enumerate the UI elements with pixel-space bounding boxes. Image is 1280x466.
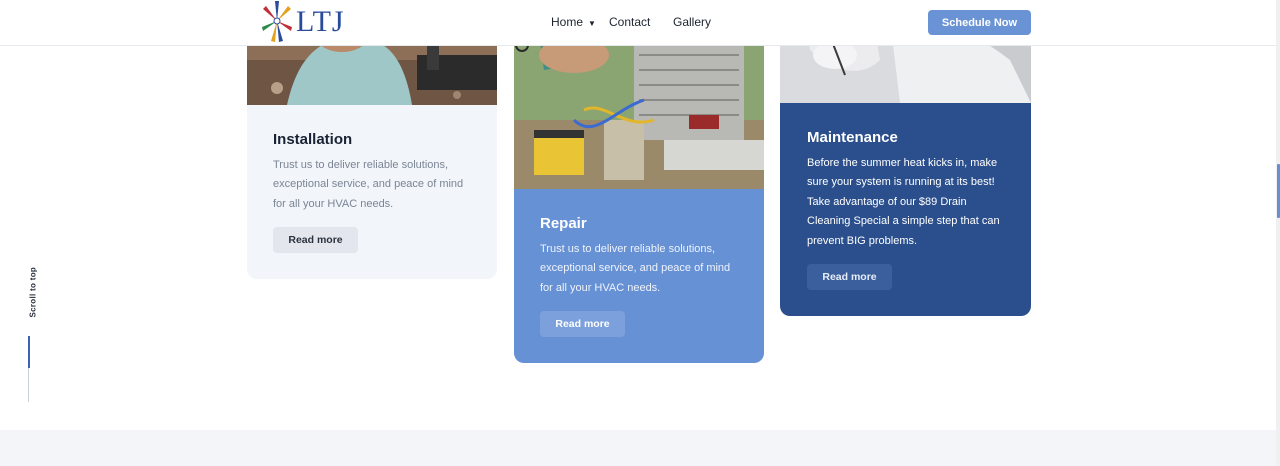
- logo-flower-icon: [262, 1, 292, 42]
- schedule-now-button[interactable]: Schedule Now: [928, 10, 1031, 35]
- nav-gallery-label: Gallery: [673, 15, 712, 29]
- card-title: Repair: [540, 215, 587, 232]
- chevron-down-icon: ▼: [588, 18, 596, 28]
- card-title: Installation: [273, 131, 353, 148]
- read-more-button[interactable]: Read more: [273, 227, 358, 253]
- card-title: Maintenance: [807, 129, 898, 146]
- scroll-to-top-progress: [28, 336, 30, 368]
- service-card-maintenance: Maintenance Before the summer heat kicks…: [780, 0, 1031, 316]
- service-card-repair: Repair Trust us to deliver reliable solu…: [514, 0, 764, 363]
- card-description: Trust us to deliver reliable solutions, …: [273, 159, 464, 210]
- scroll-to-top-label[interactable]: Scroll to top: [29, 267, 38, 318]
- nav-home-label: Home: [551, 15, 584, 29]
- nav-home[interactable]: Home ▼: [551, 0, 596, 44]
- nav-contact-label: Contact: [609, 15, 651, 29]
- nav-contact[interactable]: Contact: [609, 0, 650, 44]
- read-more-button[interactable]: Read more: [807, 264, 892, 290]
- page-scrollbar[interactable]: [1276, 0, 1280, 466]
- nav-gallery[interactable]: Gallery: [673, 0, 711, 44]
- card-description: Trust us to deliver reliable solutions, …: [540, 243, 731, 294]
- card-description: Before the summer heat kicks in, make su…: [807, 157, 1000, 247]
- logo[interactable]: LTJ: [262, 0, 345, 44]
- site-header: LTJ Home ▼ Contact Gallery Schedule Now: [0, 0, 1276, 46]
- read-more-button[interactable]: Read more: [540, 311, 625, 337]
- next-section-band: [0, 430, 1276, 466]
- logo-text: LTJ: [296, 5, 345, 38]
